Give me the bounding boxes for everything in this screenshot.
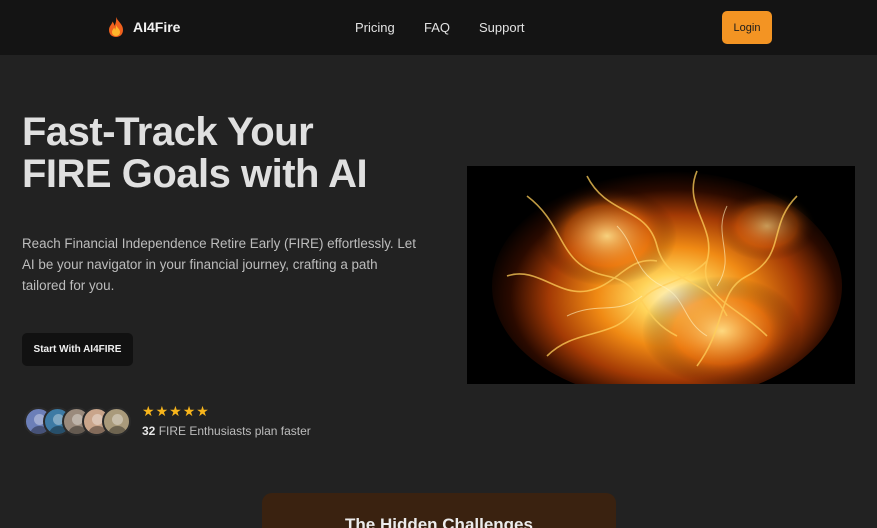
top-navbar: AI4Fire Pricing FAQ Support Login (0, 0, 877, 55)
section-title: The Hidden Challenges (345, 515, 533, 528)
star-icon: ★ (155, 403, 169, 419)
nav-link-faq[interactable]: FAQ (424, 20, 450, 35)
star-icon: ★ (182, 403, 196, 419)
star-rating: ★ ★ ★ ★ ★ (142, 404, 209, 419)
flame-icon (109, 17, 123, 37)
nav-link-pricing[interactable]: Pricing (355, 20, 395, 35)
fire-hero-image (467, 166, 855, 384)
social-proof-text: 32 FIRE Enthusiasts plan faster (142, 424, 311, 438)
star-icon: ★ (196, 403, 209, 419)
star-icon: ★ (169, 403, 182, 419)
nav-link-support[interactable]: Support (479, 20, 525, 35)
social-proof-label: FIRE Enthusiasts plan faster (158, 424, 311, 438)
enthusiast-count: 32 (142, 424, 156, 438)
hero-title-line-2: FIRE Goals with AI (22, 152, 368, 196)
login-button[interactable]: Login (722, 11, 772, 44)
avatar-group (24, 407, 134, 436)
hero-description: Reach Financial Independence Retire Earl… (22, 236, 416, 293)
brand-name: AI4Fire (133, 19, 181, 35)
brand-logo[interactable]: AI4Fire (106, 16, 180, 38)
fire-illustration (467, 166, 855, 384)
star-icon: ★ (142, 403, 155, 419)
hero-title-line-1: Fast-Track Your (22, 110, 314, 154)
avatar (102, 407, 131, 436)
start-cta-button[interactable]: Start With AI4FIRE (22, 333, 133, 366)
challenges-card: The Hidden Challenges (262, 493, 616, 528)
hero-title: Fast-Track Your FIRE Goals with AI (22, 111, 442, 195)
